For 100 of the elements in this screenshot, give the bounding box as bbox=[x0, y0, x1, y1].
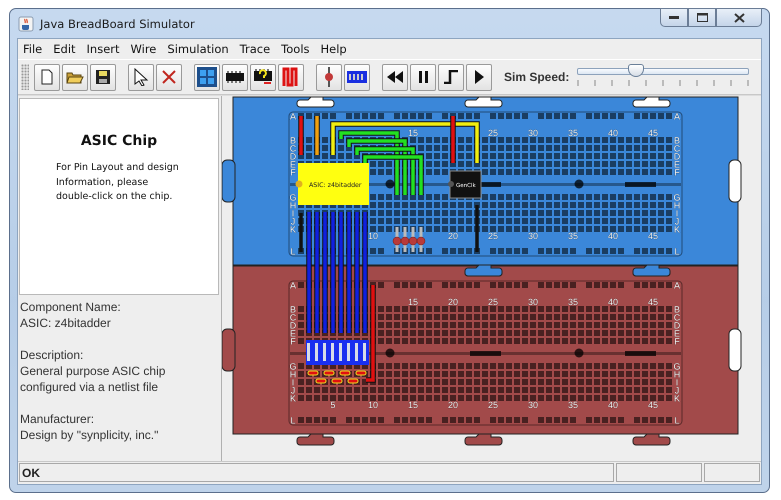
preview-title: ASIC Chip bbox=[80, 133, 158, 149]
row-label: F bbox=[674, 168, 680, 178]
row-label: A bbox=[290, 112, 296, 122]
delete-button[interactable] bbox=[156, 64, 182, 90]
column-number: 25 bbox=[488, 297, 498, 307]
toolbar-grip[interactable] bbox=[21, 64, 29, 90]
resistor[interactable] bbox=[308, 370, 318, 376]
rewind-icon bbox=[387, 71, 403, 83]
dip-switch[interactable] bbox=[306, 340, 369, 365]
menu-item[interactable]: Insert bbox=[86, 42, 120, 56]
save-button[interactable] bbox=[90, 64, 116, 90]
row-label: H bbox=[290, 200, 296, 210]
resistor[interactable] bbox=[348, 378, 358, 384]
sim-speed-label: Sim Speed: bbox=[504, 70, 570, 84]
menu-item[interactable]: Wire bbox=[130, 42, 156, 56]
switch-lever[interactable] bbox=[363, 343, 366, 361]
column-number: 5 bbox=[330, 400, 336, 410]
menu-item[interactable]: Help bbox=[320, 42, 347, 56]
row-label: A bbox=[290, 280, 296, 290]
resistor[interactable] bbox=[332, 378, 342, 384]
led-button[interactable] bbox=[316, 64, 342, 90]
breadboard-button[interactable] bbox=[194, 64, 220, 90]
led-icon bbox=[324, 67, 334, 87]
column-number: 20 bbox=[448, 231, 458, 241]
switch-lever[interactable] bbox=[323, 343, 326, 361]
column-number: 35 bbox=[568, 128, 578, 138]
chip-button[interactable] bbox=[222, 64, 248, 90]
pause-button[interactable] bbox=[410, 64, 436, 90]
switch-lever[interactable] bbox=[347, 343, 350, 361]
row-label: H bbox=[674, 370, 680, 380]
row-label: G bbox=[674, 362, 680, 372]
mount-tab bbox=[464, 434, 502, 446]
led[interactable] bbox=[416, 227, 426, 252]
switch-button[interactable] bbox=[344, 64, 370, 90]
resistor[interactable] bbox=[316, 378, 326, 384]
column-number: 35 bbox=[568, 400, 578, 410]
wire-button[interactable] bbox=[278, 64, 304, 90]
minimize-button[interactable] bbox=[660, 8, 688, 27]
switch-lever[interactable] bbox=[355, 343, 358, 361]
select-button[interactable] bbox=[128, 64, 154, 90]
led[interactable] bbox=[408, 227, 418, 252]
column-number: 25 bbox=[488, 128, 498, 138]
row-label: G bbox=[290, 192, 296, 202]
play-icon bbox=[474, 70, 484, 84]
detail-value: Design by "synplicity, inc." bbox=[20, 427, 160, 443]
led[interactable] bbox=[392, 227, 402, 252]
row-label: I bbox=[292, 378, 294, 388]
slider-thumb[interactable] bbox=[628, 64, 644, 77]
switch-lever[interactable] bbox=[339, 343, 342, 361]
row-label: E bbox=[674, 160, 680, 170]
switch-lever[interactable] bbox=[307, 343, 310, 361]
menu-item[interactable]: File bbox=[23, 42, 42, 56]
row-label: C bbox=[290, 144, 296, 154]
column-number: 15 bbox=[408, 297, 418, 307]
menu-item[interactable]: Simulation bbox=[167, 42, 229, 56]
blank-page-icon bbox=[41, 69, 53, 85]
column-number: 35 bbox=[568, 231, 578, 241]
close-button[interactable] bbox=[716, 8, 762, 27]
column-number: 30 bbox=[528, 400, 538, 410]
play-button[interactable] bbox=[466, 64, 492, 90]
row-label: L bbox=[290, 246, 296, 256]
minimize-icon bbox=[669, 16, 679, 20]
column-number: 10 bbox=[368, 231, 378, 241]
speed-slider[interactable] bbox=[577, 65, 750, 89]
rewind-button[interactable] bbox=[382, 64, 408, 90]
maximize-button[interactable] bbox=[688, 8, 716, 27]
menu-item[interactable]: Tools bbox=[281, 42, 310, 56]
row-label: I bbox=[676, 378, 678, 388]
column-number: 35 bbox=[568, 297, 578, 307]
zigzag-wire-icon bbox=[282, 67, 300, 87]
side-notch bbox=[728, 160, 742, 202]
step-button[interactable] bbox=[438, 64, 464, 90]
row-label: H bbox=[290, 370, 296, 380]
row-label: D bbox=[674, 320, 680, 330]
led[interactable] bbox=[400, 227, 410, 252]
row-label: E bbox=[290, 328, 296, 338]
asic-button[interactable] bbox=[250, 64, 276, 90]
row-label: B bbox=[674, 136, 680, 146]
switch-lever[interactable] bbox=[331, 343, 334, 361]
column-number: 30 bbox=[528, 297, 538, 307]
row-label: E bbox=[290, 160, 296, 170]
column-number: 25 bbox=[488, 231, 498, 241]
column-number: 30 bbox=[528, 128, 538, 138]
detail-label: Component Name: bbox=[20, 299, 122, 315]
detail-label: Manufacturer: bbox=[20, 411, 96, 427]
row-label: K bbox=[290, 224, 296, 234]
window-title: Java BreadBoard Simulator bbox=[40, 16, 196, 30]
column-number: 45 bbox=[648, 128, 658, 138]
column-number: 10 bbox=[368, 400, 378, 410]
row-label: E bbox=[674, 328, 680, 338]
resistor[interactable] bbox=[324, 370, 334, 376]
open-button[interactable] bbox=[62, 64, 88, 90]
resistor[interactable] bbox=[340, 370, 350, 376]
new-button[interactable] bbox=[34, 64, 60, 90]
menu-item[interactable]: Edit bbox=[53, 42, 76, 56]
column-number: 45 bbox=[648, 297, 658, 307]
switch-lever[interactable] bbox=[315, 343, 318, 361]
menu-item[interactable]: Trace bbox=[240, 42, 270, 56]
detail-value: ASIC: z4bitadder bbox=[20, 315, 112, 331]
resistor[interactable] bbox=[356, 370, 366, 376]
